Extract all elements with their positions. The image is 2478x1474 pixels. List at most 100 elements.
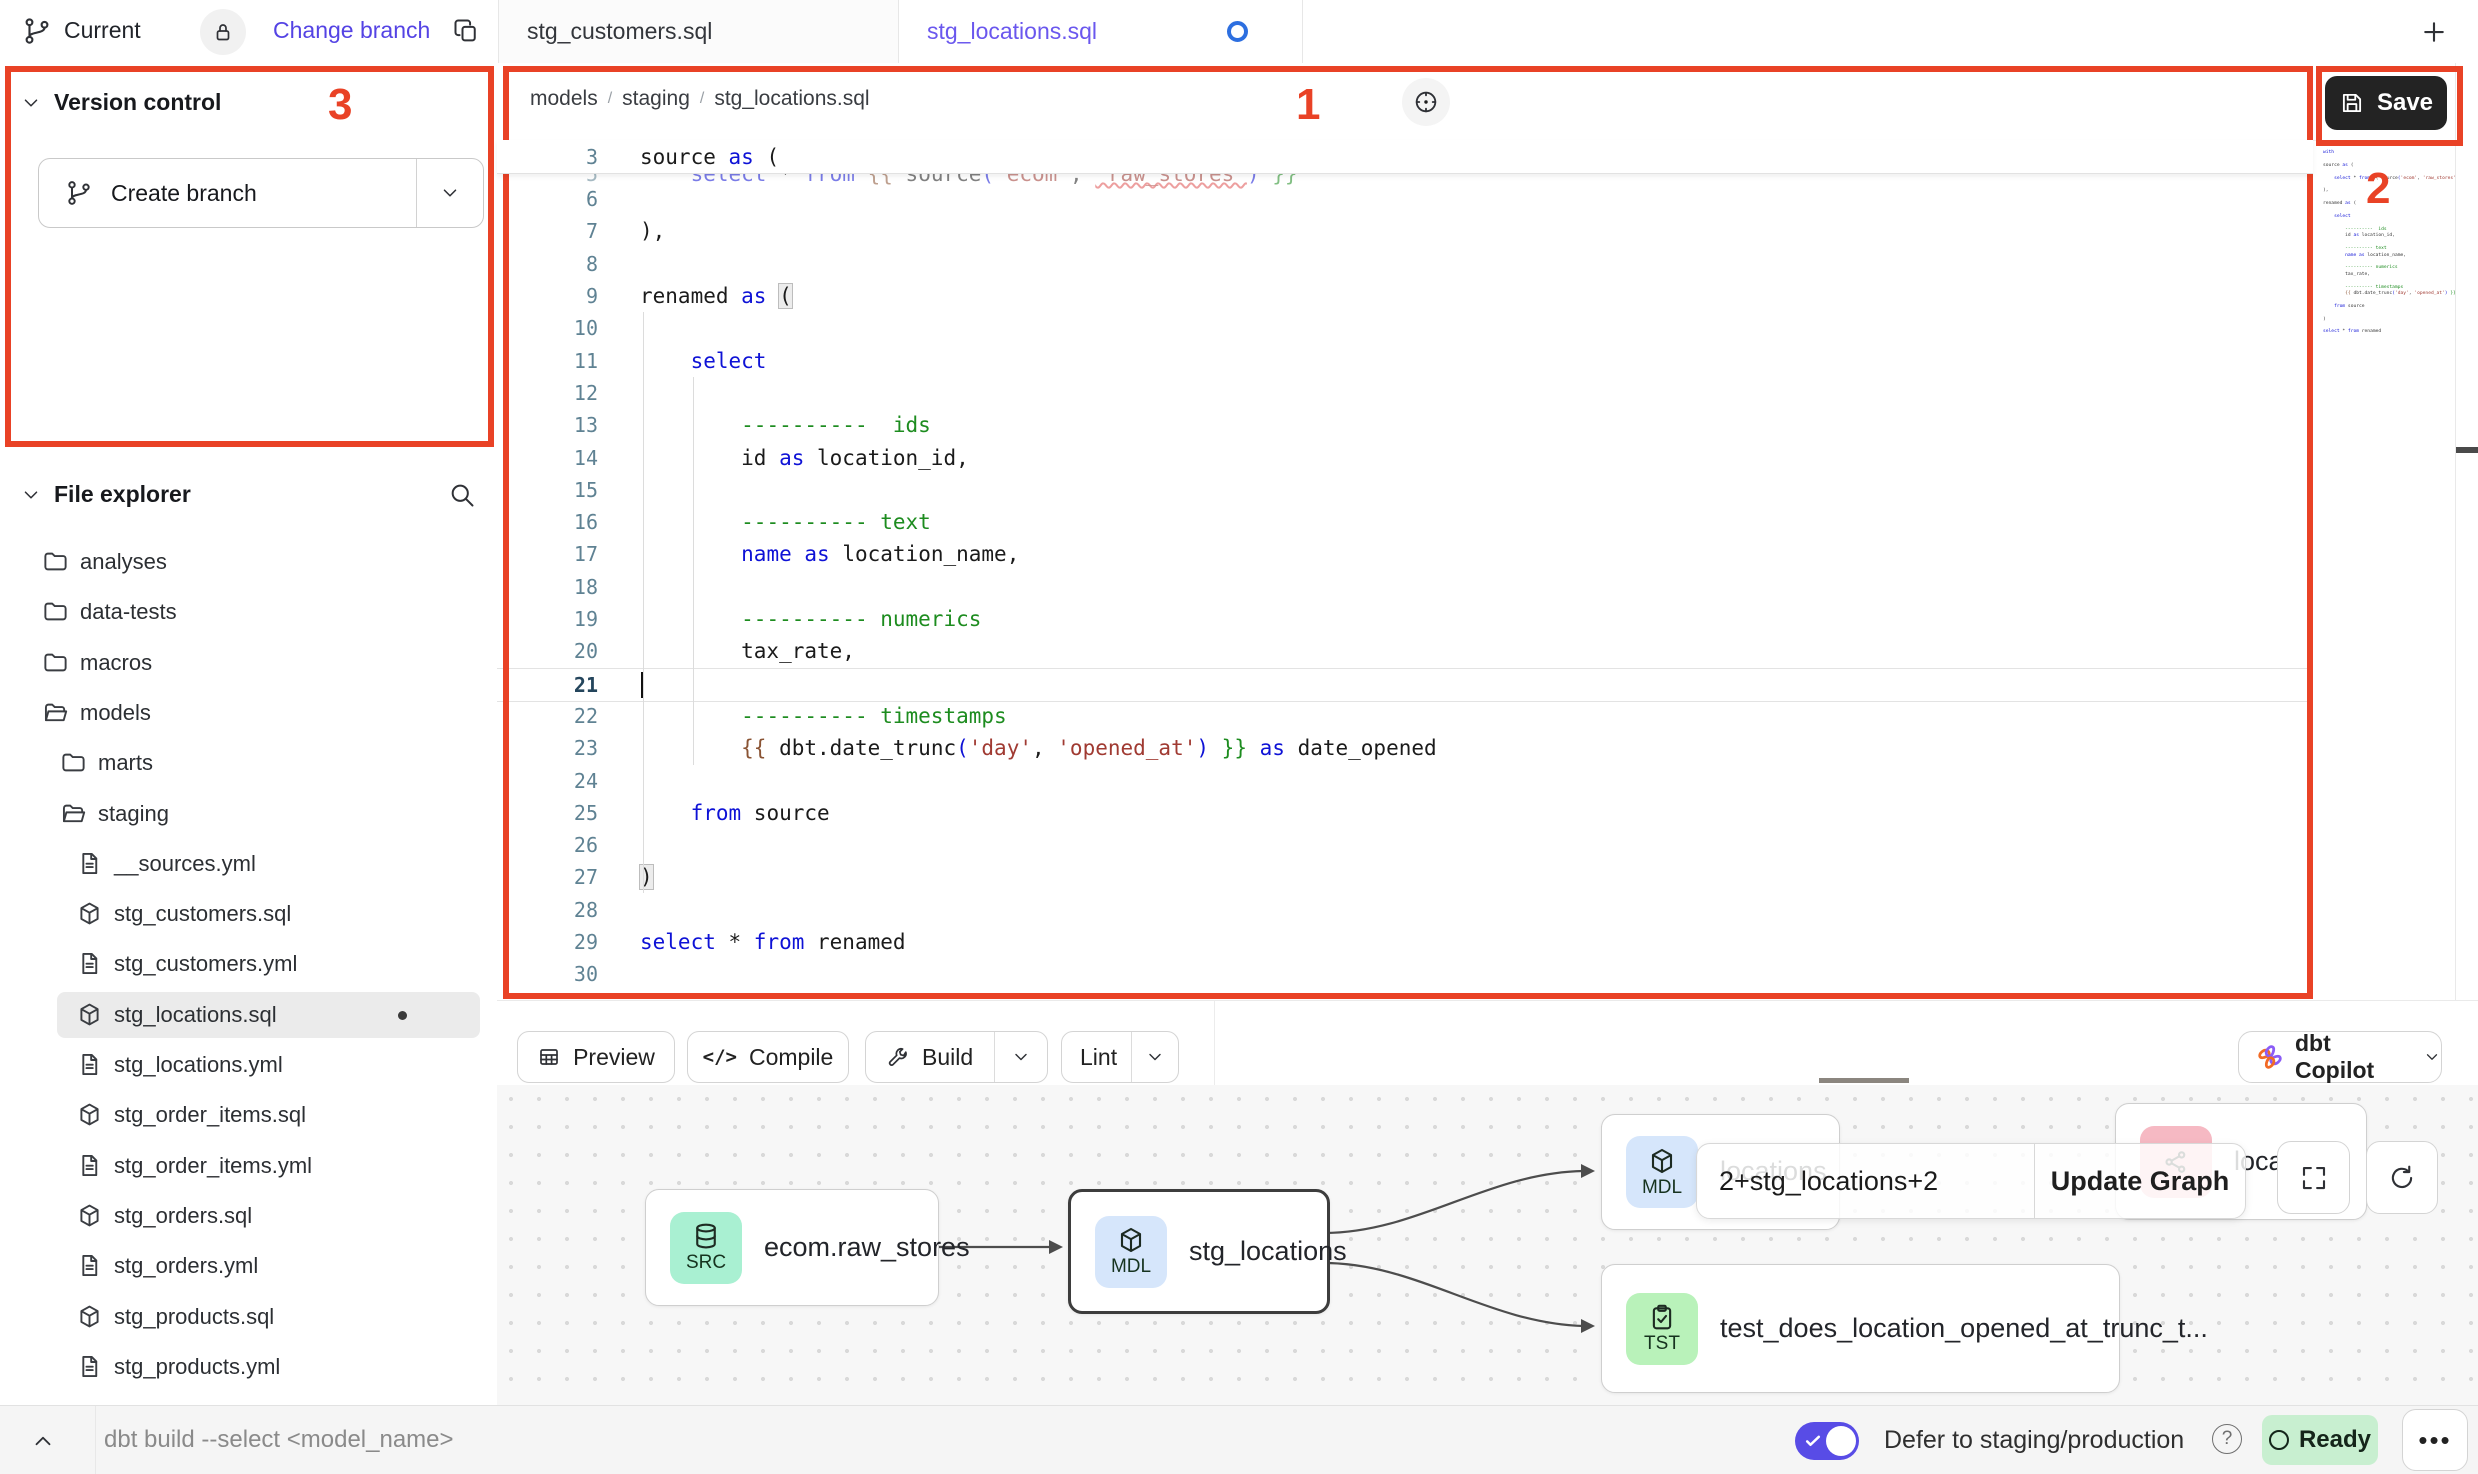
refresh-button[interactable] [2366,1141,2438,1214]
code-text: source as ( [640,145,779,169]
editor-minimap[interactable]: with source as ( select * from {{ source… [2323,150,2449,400]
tab-stg-customers[interactable]: stg_customers.sql [498,0,899,63]
code-line-24[interactable]: 24 [497,764,2313,796]
file-label: stg_orders.sql [114,1203,252,1229]
lineage-node-mdl1[interactable]: MDLstg_locations [1068,1189,1330,1314]
file-label: __sources.yml [114,851,256,877]
code-line-16[interactable]: 16 ---------- text [497,506,2313,538]
breadcrumb-item: staging [622,87,690,111]
file-tree-item-marts[interactable]: marts [0,738,497,788]
code-line-23[interactable]: 23 {{ dbt.date_trunc('day', 'opened_at')… [497,732,2313,764]
save-label: Save [2377,89,2433,117]
code-line-9[interactable]: 9renamed as ( [497,280,2313,312]
code-line-11[interactable]: 11 select [497,345,2313,377]
code-line-21[interactable]: 21 [497,668,2313,702]
dbt-copilot-button[interactable]: dbt Copilot [2238,1031,2442,1083]
code-line-8[interactable]: 8 [497,248,2313,280]
code-line-25[interactable]: 25 from source [497,797,2313,829]
code-line-14[interactable]: 14 id as location_id, [497,441,2313,473]
node-label: ecom.raw_stores [764,1232,970,1263]
chevron-up-icon[interactable] [30,1428,56,1454]
folder-icon [60,800,87,827]
chevron-down-icon [1011,1047,1031,1067]
file-tree-item-data-tests[interactable]: data-tests [0,587,497,637]
lineage-selector-input[interactable]: 2+stg_locations+2 [1719,1166,1938,1197]
file-tree-item-analyses[interactable]: analyses [0,537,497,587]
file-tree-item-stg-products-sql[interactable]: stg_products.sql [0,1292,497,1342]
file-tree-item-models[interactable]: models [0,688,497,738]
line-number: 18 [497,575,598,599]
file-tree-item-stg-locations-sql[interactable]: stg_locations.sql [0,990,497,1040]
file-tree-item-macros[interactable]: macros [0,638,497,688]
code-line-26[interactable]: 26 [497,829,2313,861]
folder-icon [42,548,69,575]
code-line-20[interactable]: 20 tax_rate, [497,635,2313,667]
code-editor[interactable]: 67),89renamed as (1011 select1213 ------… [497,183,2313,993]
build-button[interactable]: Build [865,1031,1048,1083]
panel-resize-handle[interactable] [2456,447,2478,453]
node-type-badge: MDL [1095,1216,1167,1288]
file-tree-item-stg-locations-yml[interactable]: stg_locations.yml [0,1040,497,1090]
command-input[interactable]: dbt build --select <model_name> [104,1426,454,1454]
file-tree-item-stg-orders-yml[interactable]: stg_orders.yml [0,1241,497,1291]
new-tab-plus-icon[interactable] [2419,17,2449,47]
code-line-15[interactable]: 15 [497,474,2313,506]
compile-button[interactable]: </>Compile [687,1031,849,1083]
lint-dropdown[interactable] [1132,1047,1178,1067]
code-text: ), [640,219,665,243]
ready-status-badge[interactable]: Ready [2262,1415,2378,1465]
fullscreen-button[interactable] [2277,1141,2350,1214]
file-tree-item--sources-yml[interactable]: __sources.yml [0,839,497,889]
update-graph-button[interactable]: Update Graph [2035,1166,2245,1197]
lineage-node-src[interactable]: SRCecom.raw_stores [645,1189,939,1306]
line-number: 24 [497,769,598,793]
file-icon [76,1051,103,1078]
copy-icon[interactable] [452,17,480,45]
lock-icon [211,20,235,44]
build-label: Build [922,1044,973,1071]
more-options-button[interactable]: ••• [2402,1409,2468,1471]
dbt-copilot-icon [2255,1042,2285,1072]
defer-toggle[interactable] [1795,1422,1859,1460]
breadcrumb-item: stg_locations.sql [714,87,869,111]
file-tree-item-staging[interactable]: staging [0,789,497,839]
file-tree-item-stg-products-yml[interactable]: stg_products.yml [0,1342,497,1392]
sticky-code-line: 3source as ( [497,140,2313,174]
code-line-18[interactable]: 18 [497,571,2313,603]
file-tree-item-stg-order-items-sql[interactable]: stg_order_items.sql [0,1090,497,1140]
model-actions-button[interactable] [1402,78,1450,126]
folder-icon [60,749,87,776]
code-line-19[interactable]: 19 ---------- numerics [497,603,2313,635]
help-icon[interactable]: ? [2212,1424,2242,1454]
lint-button[interactable]: Lint [1061,1031,1179,1083]
code-line-10[interactable]: 10 [497,312,2313,344]
file-label: data-tests [80,599,177,625]
code-line-29[interactable]: 29select * from renamed [497,926,2313,958]
code-line-30[interactable]: 30 [497,958,2313,990]
tab-stg-locations[interactable]: stg_locations.sql [899,0,1303,63]
file-tree-item-stg-orders-sql[interactable]: stg_orders.sql [0,1191,497,1241]
ready-label: Ready [2299,1426,2371,1454]
preview-button[interactable]: Preview [517,1031,675,1083]
build-dropdown[interactable] [995,1047,1047,1067]
change-branch-link[interactable]: Change branch [273,17,430,44]
line-number: 27 [497,865,598,889]
code-line-22[interactable]: 22 ---------- timestamps [497,700,2313,732]
badge-label: MDL [1642,1177,1682,1199]
lineage-node-tst[interactable]: TSTtest_does_location_opened_at_trunc_t.… [1601,1264,2120,1393]
code-line-28[interactable]: 28 [497,894,2313,926]
save-button[interactable]: Save [2325,76,2447,130]
lineage-canvas[interactable]: SRCecom.raw_storesMDLstg_locationsMDLloc… [497,1085,2478,1405]
file-icon [76,950,103,977]
code-line-27[interactable]: 27) [497,861,2313,893]
file-icon [76,850,103,877]
code-line-12[interactable]: 12 [497,377,2313,409]
node-type-badge: SRC [670,1212,742,1284]
node-type-badge: MDL [1626,1136,1698,1208]
code-line-7[interactable]: 7), [497,215,2313,247]
code-line-13[interactable]: 13 ---------- ids [497,409,2313,441]
code-line-17[interactable]: 17 name as location_name, [497,538,2313,570]
file-tree-item-stg-order-items-yml[interactable]: stg_order_items.yml [0,1141,497,1191]
file-tree-item-stg-customers-sql[interactable]: stg_customers.sql [0,889,497,939]
file-tree-item-stg-customers-yml[interactable]: stg_customers.yml [0,939,497,989]
